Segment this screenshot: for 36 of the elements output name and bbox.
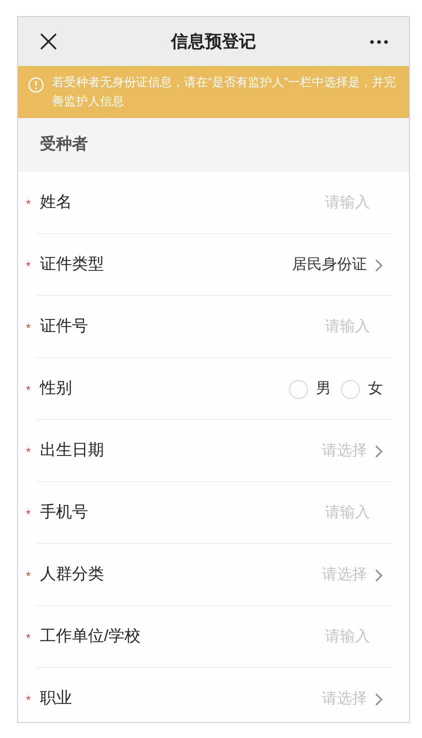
field-label: 性别 <box>40 379 72 399</box>
info-icon <box>28 77 44 93</box>
picker-button[interactable]: 居民身份证 <box>292 254 383 276</box>
text-input[interactable]: 请输入 <box>260 192 370 214</box>
chevron-right-icon <box>375 692 383 706</box>
text-input[interactable]: 请输入 <box>260 502 370 524</box>
text-input[interactable]: 请输入 <box>260 316 370 338</box>
chevron-right-icon <box>375 258 383 272</box>
chevron-right-icon <box>375 568 383 582</box>
radio-option[interactable]: 男 <box>289 378 331 400</box>
field-label: 证件号 <box>40 317 88 337</box>
required-asterisk: * <box>26 321 31 335</box>
text-input[interactable]: 请输入 <box>260 626 370 648</box>
required-asterisk: * <box>26 259 31 273</box>
required-asterisk: * <box>26 445 31 459</box>
required-asterisk: * <box>26 569 31 583</box>
page-title: 信息预登记 <box>170 30 257 53</box>
close-icon <box>40 33 56 50</box>
close-button[interactable] <box>38 32 58 52</box>
more-icon <box>370 40 388 44</box>
field-label: 工作单位/学校 <box>40 627 140 647</box>
required-asterisk: * <box>26 631 31 645</box>
required-asterisk: * <box>26 507 31 521</box>
chevron-right-icon <box>375 444 383 458</box>
required-asterisk: * <box>26 197 31 211</box>
notice-text: 若受种者无身份证信息，请在“是否有监护人”一栏中选择是，并完善监护人信息 <box>52 74 397 110</box>
field-label: 人群分类 <box>40 564 104 585</box>
required-asterisk: * <box>26 693 31 707</box>
field-label: 手机号 <box>40 502 88 523</box>
field-label: 职业 <box>40 688 72 709</box>
required-asterisk: * <box>26 383 31 397</box>
field-label: 姓名 <box>40 193 72 213</box>
field-label: 证件类型 <box>40 254 104 275</box>
field-label: 出生日期 <box>40 440 104 461</box>
section-title: 受种者 <box>40 134 88 155</box>
radio-option[interactable]: 女 <box>341 378 383 400</box>
